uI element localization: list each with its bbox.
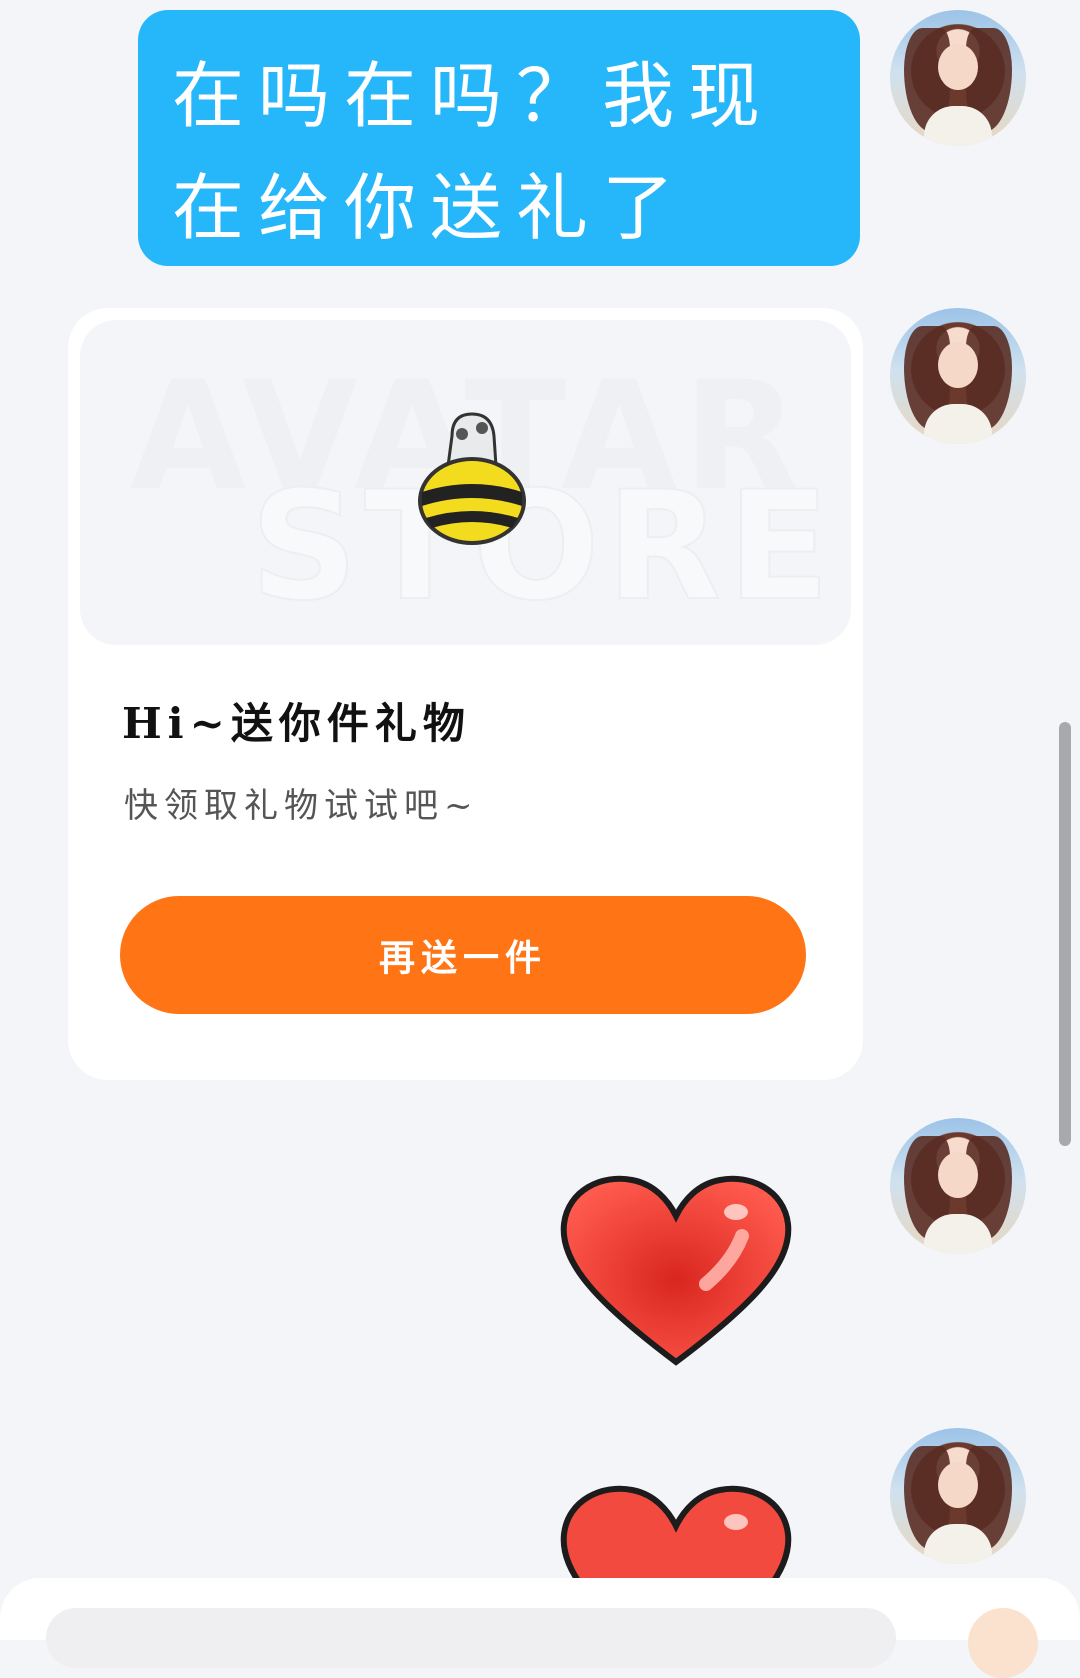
gift-card-title: Hi~送你件礼物 xyxy=(122,699,471,748)
bottom-input-bar xyxy=(0,1578,1080,1678)
watermark-text: STORE xyxy=(249,459,836,635)
send-another-button[interactable]: 再送一件 xyxy=(120,896,806,1014)
avatar[interactable] xyxy=(890,308,1026,444)
message-text: 在吗在吗？我现在给你送礼了 xyxy=(172,54,775,250)
avatar[interactable] xyxy=(890,1118,1026,1254)
heart-sticker[interactable] xyxy=(556,1172,796,1372)
avatar[interactable] xyxy=(890,10,1026,146)
message-input[interactable] xyxy=(46,1608,896,1668)
gift-card-subtitle: 快领取礼物试试吧~ xyxy=(124,786,479,826)
gift-icon xyxy=(418,412,526,545)
message-bubble[interactable]: 在吗在吗？我现在给你送礼了 xyxy=(138,10,860,266)
gift-card-image: AVATAR STORE xyxy=(80,320,851,645)
scrollbar[interactable] xyxy=(1059,722,1071,1146)
emoji-icon[interactable] xyxy=(968,1608,1038,1678)
gift-card[interactable]: AVATAR STORE Hi~送你件礼物 快领取礼物试试吧~ 再送一件 xyxy=(68,308,863,1080)
heart-sticker[interactable] xyxy=(556,1482,796,1578)
avatar[interactable] xyxy=(890,1428,1026,1564)
